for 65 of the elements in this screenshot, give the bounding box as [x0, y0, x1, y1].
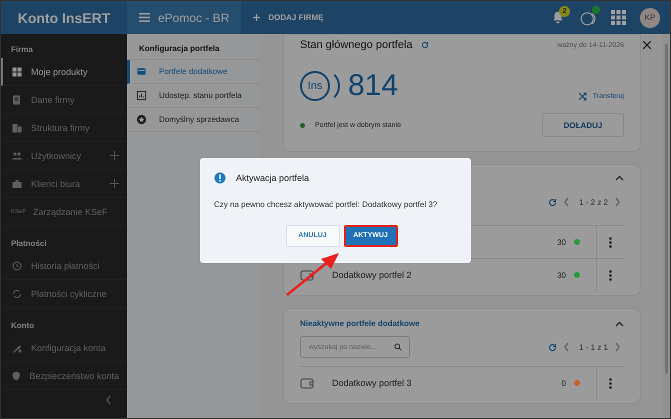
info-icon	[214, 172, 226, 184]
bell-icon[interactable]	[551, 10, 565, 25]
refresh-icon[interactable]	[420, 41, 429, 49]
card-title: Nieaktywne portfele dodatkowe	[300, 319, 420, 328]
ins-logo: Ins	[300, 69, 340, 103]
list-icon	[139, 13, 150, 22]
sidebar-item-label: Konfiguracja konta	[31, 342, 106, 352]
sidebar-item-label: Historia płatności	[31, 260, 100, 270]
search-icon	[394, 343, 402, 351]
sidebar-section-title: Konto	[10, 320, 36, 332]
dialog-title: Aktywacja portfela	[236, 172, 310, 182]
apps-grid-icon[interactable]	[611, 10, 626, 25]
history-icon	[11, 260, 23, 272]
balance-value: 814	[348, 69, 398, 103]
grid-icon	[11, 66, 23, 78]
user-avatar[interactable]: KP	[640, 8, 660, 28]
online-dot	[592, 6, 600, 14]
pagination-text: 1 - 1 z 1	[579, 342, 608, 352]
company-switcher[interactable]: ePomoc - BR	[127, 1, 242, 34]
sidebar-item-label: Płatności cykliczne	[31, 288, 107, 298]
refresh-icon[interactable]	[548, 198, 558, 206]
sidebar-item-label: Dane firmy	[31, 94, 75, 104]
dialog-message: Czy na pewno chcesz aktywować portfel: Dodatkowy portfel 3?	[214, 200, 438, 208]
sidebar-item[interactable]: Moje produkty	[1, 58, 127, 86]
more-icon[interactable]	[609, 236, 612, 248]
shield-icon	[11, 370, 22, 382]
top-up-button[interactable]: DOŁADUJ	[542, 113, 624, 137]
sidebar-section-title: Płatności	[10, 238, 48, 250]
briefcase-icon	[11, 178, 23, 190]
cycle-icon	[11, 288, 23, 300]
wallet-icon	[300, 270, 314, 280]
sidebar-section-title: Firma	[10, 44, 34, 56]
plus-icon	[253, 14, 260, 21]
sidebar-item-label: Moje produkty	[31, 66, 88, 76]
sidebar-item-label: Użytkownicy	[31, 150, 82, 160]
chart-icon	[136, 90, 147, 101]
collapse-chevron-icon[interactable]	[615, 320, 624, 326]
sidebar-item-label: Struktura firmy	[31, 122, 90, 132]
sidebar-item-label: Klienci biura	[31, 178, 80, 188]
plus-icon[interactable]	[110, 179, 119, 188]
refresh-icon[interactable]	[548, 342, 558, 352]
plus-icon[interactable]	[110, 151, 119, 160]
users-icon	[11, 150, 23, 162]
wallet-name: Dodatkowy portfel 3	[332, 378, 412, 388]
wallet-icon	[136, 66, 147, 77]
shuffle-icon	[578, 92, 587, 100]
more-icon[interactable]	[609, 270, 612, 280]
document-icon	[11, 94, 23, 106]
wallet-amount: 0	[562, 378, 566, 388]
sidebar-item-label: Bezpieczeństwo konta	[29, 370, 119, 380]
collapse-chevron-icon[interactable]	[615, 175, 624, 181]
pagination-text: 1 - 2 z 2	[579, 198, 608, 206]
more-icon[interactable]	[609, 378, 612, 388]
wallet-name: Dodatkowy portfel 2	[332, 270, 412, 280]
card-title: Stan głównego portfela	[300, 39, 413, 51]
wallet-icon	[300, 378, 314, 388]
close-icon[interactable]	[643, 41, 651, 49]
building-icon	[11, 122, 23, 134]
wallet-amount: 30	[557, 238, 566, 246]
wallet-amount: 30	[557, 270, 566, 280]
star-badge-icon	[136, 114, 147, 125]
brand-name[interactable]: Konto InsERT	[1, 10, 127, 26]
sidebar-item-label: Zarządzanie KSeF	[33, 206, 108, 216]
status-dot	[300, 122, 305, 128]
add-company-button[interactable]: DODAJ FIRMĘ	[241, 1, 336, 34]
